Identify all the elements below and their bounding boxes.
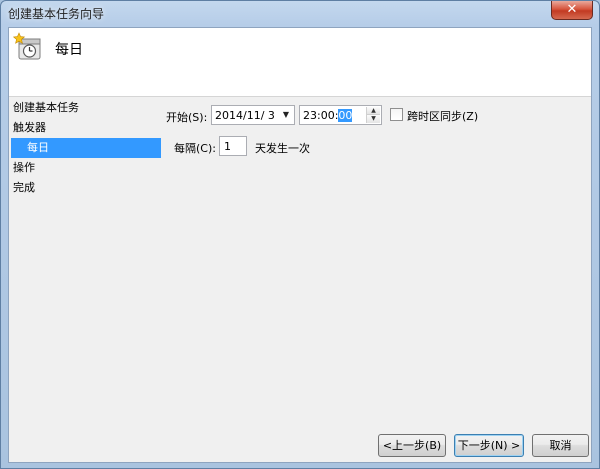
nav-item-trigger[interactable]: 触发器	[9, 118, 161, 138]
interval-input[interactable]: 1	[219, 136, 247, 156]
sync-timezones-checkbox[interactable]	[390, 108, 403, 121]
interval-suffix: 天发生一次	[255, 142, 310, 155]
title-bar[interactable]: 创建基本任务向导 ✕	[1, 1, 599, 23]
start-date-value: 2014/11/ 3	[215, 109, 275, 122]
start-time-value: 23:00:00	[303, 109, 353, 122]
nav-item-label: 创建基本任务	[13, 101, 79, 114]
close-button[interactable]: ✕	[551, 1, 593, 20]
nav-item-label: 完成	[13, 181, 35, 194]
nav-item-action[interactable]: 操作	[9, 158, 161, 178]
cancel-button[interactable]: 取消	[532, 434, 589, 457]
wizard-window: 创建基本任务向导 ✕ 每日 创建基本任务 触发器 每日 操作 完成 开始(S):	[0, 0, 600, 469]
back-button-label: <上一步(B)	[382, 439, 442, 452]
back-button[interactable]: <上一步(B)	[378, 434, 446, 457]
page-title: 每日	[55, 42, 83, 58]
start-time-seconds-selected[interactable]: 00	[338, 109, 353, 122]
interval-value: 1	[224, 140, 231, 153]
start-time-picker[interactable]: 23:00:00 ▲ ▼	[299, 105, 382, 125]
time-spinner[interactable]: ▲ ▼	[366, 107, 380, 123]
wizard-client-area: 每日 创建基本任务 触发器 每日 操作 完成 开始(S): 2014/11/ 3…	[8, 27, 592, 463]
start-date-picker[interactable]: 2014/11/ 3 ▼	[211, 105, 295, 125]
nav-item-create-basic-task[interactable]: 创建基本任务	[9, 98, 161, 118]
nav-item-label: 触发器	[13, 121, 46, 134]
next-button-label: 下一步(N) >	[457, 439, 521, 452]
window-title: 创建基本任务向导	[8, 7, 105, 21]
cancel-button-label: 取消	[549, 439, 572, 452]
spin-up-icon[interactable]: ▲	[367, 107, 380, 115]
sync-timezones-label[interactable]: 跨时区同步(Z)	[407, 108, 478, 124]
start-time-hh-mm: 23:00:	[303, 109, 339, 122]
clock-star-icon	[13, 32, 41, 60]
nav-item-daily[interactable]: 每日	[11, 138, 161, 158]
nav-item-label: 操作	[13, 161, 35, 174]
close-icon: ✕	[566, 2, 578, 17]
spin-down-icon[interactable]: ▼	[367, 115, 380, 123]
nav-item-finish[interactable]: 完成	[9, 178, 161, 198]
interval-label: 每隔(C):	[174, 142, 216, 155]
header-band: 每日	[9, 28, 591, 97]
dropdown-arrow-icon[interactable]: ▼	[278, 106, 294, 124]
wizard-steps-nav: 创建基本任务 触发器 每日 操作 完成	[9, 98, 161, 198]
start-label: 开始(S):	[166, 111, 208, 124]
nav-item-label: 每日	[27, 141, 49, 154]
next-button[interactable]: 下一步(N) >	[454, 434, 524, 457]
